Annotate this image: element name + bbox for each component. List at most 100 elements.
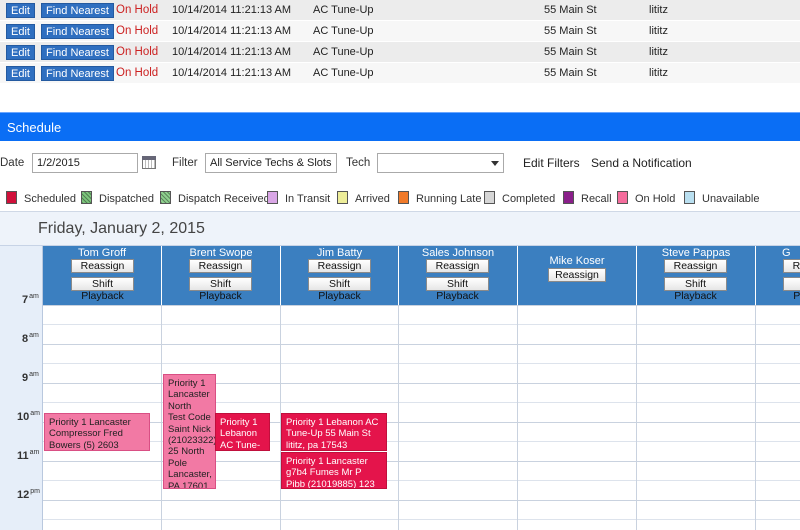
shift-playback-button[interactable]: Shift Playback xyxy=(426,277,489,302)
job-status: On Hold xyxy=(116,46,159,58)
tech-column-steve-pappas: Steve Pappas Reassign Shift Playback xyxy=(637,246,756,305)
reassign-button[interactable]: Reassign xyxy=(71,259,134,273)
legend-label: Dispatch Received xyxy=(178,193,270,205)
reassign-button[interactable]: Reassign xyxy=(548,268,606,282)
job-type: AC Tune-Up xyxy=(313,46,374,58)
day-title: Friday, January 2, 2015 xyxy=(38,220,205,237)
reassign-button[interactable]: Reassign xyxy=(664,259,727,273)
hour-label: 7am xyxy=(22,293,39,306)
day-calendar: Friday, January 2, 2015 7am 8am 9am 10am… xyxy=(0,211,800,530)
legend-label: On Hold xyxy=(635,193,676,205)
hour-label: 8am xyxy=(22,332,39,345)
job-city: lititz xyxy=(649,46,668,58)
job-date: 10/14/2014 11:21:13 AM xyxy=(172,25,292,37)
tech-column-sales-johnson: Sales Johnson Reassign Shift Playback xyxy=(399,246,518,305)
job-city: lititz xyxy=(649,25,668,37)
edit-button[interactable]: Edit xyxy=(6,3,35,18)
legend-swatch xyxy=(684,191,695,204)
find-nearest-button[interactable]: Find Nearest xyxy=(41,3,114,18)
tech-column-mike-koser: Mike Koser Reassign xyxy=(518,246,637,305)
time-gutter: 7am 8am 9am 10am 11am 12pm xyxy=(0,246,43,530)
reassign-button[interactable]: Reassign xyxy=(308,259,371,273)
job-address: 55 Main St xyxy=(544,25,597,37)
day-header: Friday, January 2, 2015 xyxy=(0,212,800,246)
tech-column-brent-swope: Brent Swope Reassign Shift Playback xyxy=(162,246,281,305)
schedule-grid[interactable]: Tom Groff Reassign Shift Playback Brent … xyxy=(43,246,800,530)
date-input[interactable]: 1/2/2015 xyxy=(32,153,138,173)
tech-name: Steve Pappas xyxy=(661,247,731,259)
legend-swatch xyxy=(563,191,574,204)
job-type: AC Tune-Up xyxy=(313,67,374,79)
reassign-button[interactable]: Reassign xyxy=(426,259,489,273)
tech-name: Brent Swope xyxy=(189,247,253,259)
tech-column-tom-groff: Tom Groff Reassign Shift Playback xyxy=(43,246,162,305)
legend-swatch xyxy=(337,191,348,204)
edit-button[interactable]: Edit xyxy=(6,45,35,60)
filter-label: Filter xyxy=(172,157,198,169)
tech-label: Tech xyxy=(346,157,371,169)
hour-label: 10am xyxy=(17,410,40,423)
legend-swatch xyxy=(267,191,278,204)
shift-playback-button[interactable]: Shift Playback xyxy=(664,277,727,302)
legend-swatch xyxy=(617,191,628,204)
edit-button[interactable]: Edit xyxy=(6,24,35,39)
edit-filters-link[interactable]: Edit Filters xyxy=(523,156,580,170)
reassign-button[interactable]: Reassign xyxy=(783,259,800,273)
schedule-header: Schedule xyxy=(0,112,800,141)
send-notification-link[interactable]: Send a Notification xyxy=(591,156,692,170)
tech-column-partial: G Reassign Shift Playback xyxy=(756,246,800,305)
job-type: AC Tune-Up xyxy=(313,25,374,37)
hour-label: 11am xyxy=(17,449,40,462)
reassign-button[interactable]: Reassign xyxy=(189,259,252,273)
appointment-block[interactable]: Priority 1 Lancaster Compressor Fred Bow… xyxy=(44,413,150,451)
shift-playback-button[interactable]: Shift Playback xyxy=(71,277,134,302)
find-nearest-button[interactable]: Find Nearest xyxy=(41,24,114,39)
table-row: Edit Find Nearest On Hold 10/14/2014 11:… xyxy=(0,0,800,21)
appointment-block[interactable]: Priority 1 Lancaster North Test Code Sai… xyxy=(163,374,216,489)
job-date: 10/14/2014 11:21:13 AM xyxy=(172,46,292,58)
job-status: On Hold xyxy=(116,4,159,16)
find-nearest-button[interactable]: Find Nearest xyxy=(41,66,114,81)
legend-label: Completed xyxy=(502,193,556,205)
shift-playback-button[interactable]: Shift Playback xyxy=(189,277,252,302)
legend-swatch xyxy=(398,191,409,204)
hour-label: 9am xyxy=(22,371,39,384)
job-type: AC Tune-Up xyxy=(313,4,374,16)
tech-name: G xyxy=(782,247,791,259)
legend-label: Recall xyxy=(581,193,612,205)
shift-playback-button[interactable]: Shift Playback xyxy=(783,277,800,302)
legend-label: Running Late xyxy=(416,193,482,205)
job-address: 55 Main St xyxy=(544,4,597,16)
appointment-block[interactable]: Priority 1 Lebanon AC Tune-Up 55 Main St xyxy=(215,413,270,451)
tech-column-jim-batty: Jim Batty Reassign Shift Playback xyxy=(281,246,399,305)
tech-name: Mike Koser xyxy=(549,255,605,267)
legend-swatch xyxy=(6,191,17,204)
job-status: On Hold xyxy=(116,25,159,37)
status-legend: Scheduled Dispatched Dispatch Received I… xyxy=(0,190,800,208)
date-label: Date xyxy=(0,157,25,169)
legend-label: Arrived xyxy=(355,193,390,205)
find-nearest-button[interactable]: Find Nearest xyxy=(41,45,114,60)
job-date: 10/14/2014 11:21:13 AM xyxy=(172,4,292,16)
legend-label: In Transit xyxy=(285,193,331,205)
filter-select[interactable]: All Service Techs & Slots xyxy=(205,153,337,173)
filter-select-value: All Service Techs & Slots xyxy=(210,157,332,169)
appointment-block[interactable]: Priority 1 Lancaster g7b4 Fumes Mr P Pib… xyxy=(281,452,387,489)
appointment-block[interactable]: Priority 1 Lebanon AC Tune-Up 55 Main St… xyxy=(281,413,387,451)
edit-button[interactable]: Edit xyxy=(6,66,35,81)
chevron-down-icon xyxy=(491,161,499,166)
legend-swatch xyxy=(160,191,171,204)
table-row: Edit Find Nearest On Hold 10/14/2014 11:… xyxy=(0,21,800,42)
legend-swatch xyxy=(81,191,92,204)
calendar-icon[interactable] xyxy=(142,156,156,169)
shift-playback-button[interactable]: Shift Playback xyxy=(308,277,371,302)
legend-label: Unavailable xyxy=(702,193,760,205)
table-row: Edit Find Nearest On Hold 10/14/2014 11:… xyxy=(0,42,800,63)
job-date: 10/14/2014 11:21:13 AM xyxy=(172,67,292,79)
table-row: Edit Find Nearest On Hold 10/14/2014 11:… xyxy=(0,63,800,84)
tech-name: Sales Johnson xyxy=(421,247,495,259)
legend-swatch xyxy=(484,191,495,204)
legend-label: Dispatched xyxy=(99,193,155,205)
tech-select[interactable] xyxy=(377,153,504,173)
job-address: 55 Main St xyxy=(544,67,597,79)
